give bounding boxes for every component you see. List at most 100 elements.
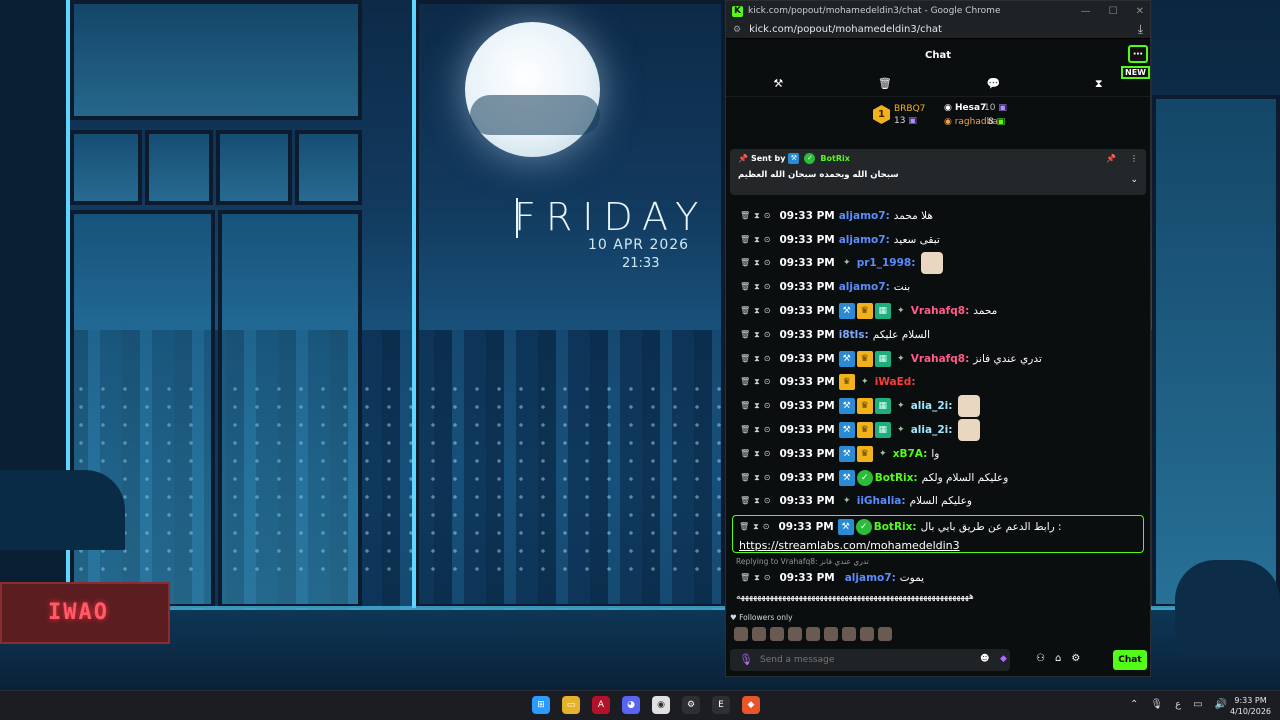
gear-icon[interactable]: ⚙ [1071, 653, 1080, 664]
message-input[interactable] [730, 649, 1010, 671]
message-username[interactable]: pr1_1998: [857, 257, 916, 269]
gift-leaderboard[interactable]: 1 BRBQ7 13 ▣ ◉ Hesa7 10 ▣ ◉ raghadba 8 ▣ [726, 97, 1150, 143]
chat-message[interactable]: 🗑⧗⊙ 09:33 PM ⚒ ♛ ▦ ✦ Vrahafq8: تدري عندي فانز [730, 347, 1146, 371]
message-username[interactable]: Vrahafq8: [911, 353, 970, 365]
chat-message[interactable]: 🗑⧗⊙ 09:33 PM ✦ pr1_1998: [730, 252, 1146, 276]
message-username[interactable]: alia_2i: [911, 400, 953, 412]
maximize-icon[interactable]: ☐ [1109, 6, 1118, 17]
address-bar[interactable]: ⚙ kick.com/popout/mohamedeldin3/chat ⤓ [726, 21, 1150, 39]
avatar[interactable] [734, 627, 748, 641]
site-settings-icon[interactable]: ⚙ [733, 25, 741, 35]
mod-actions[interactable]: 🗑⧗⊙ [739, 522, 773, 532]
misc-badge-icon: ✦ [842, 496, 851, 507]
avatar[interactable] [806, 627, 820, 641]
chat-message[interactable]: 🗑⧗⊙ 09:33 PM ⚒ ♛ ▦ ✦ alia_2i: [730, 418, 1146, 442]
chat-message[interactable]: 🗑⧗⊙ 09:33 PM i8tls: السلام عليكم [730, 323, 1146, 347]
chat-message[interactable]: 🗑⧗⊙ 09:33 PM ⚒ ♛ ▦ ✦ alia_2i: [730, 394, 1146, 418]
avatar[interactable] [770, 627, 784, 641]
message-username[interactable]: aljamo7: [839, 234, 890, 246]
chat-message[interactable]: 🗑⧗⊙ 09:33 PM ✦ iiGhalia: وعليكم السلام [730, 490, 1146, 514]
mic-icon[interactable]: 🎙 [739, 653, 753, 666]
chat-message[interactable]: 🗑⧗⊙ 09:33 PM ⚒ ♛ ▦ ✦ Vrahafq8: محمد [730, 299, 1146, 323]
language-indicator[interactable]: ع [1175, 699, 1181, 710]
message-username[interactable]: BotRix: [875, 472, 918, 484]
chat-message[interactable]: 🗑⧗⊙ 09:33 PM ♛ ✦ iWaEd: [730, 371, 1146, 395]
avatar[interactable] [752, 627, 766, 641]
unpin-icon[interactable]: 📌 [1106, 154, 1116, 163]
message-username[interactable]: Vrahafq8: [911, 305, 970, 317]
chat-message[interactable]: 🗑⧗⊙ 09:33 PM ⚒ ♛ ✦ xB7A: وا [730, 442, 1146, 466]
discord-icon[interactable]: ◕ [622, 696, 640, 714]
avatar[interactable] [860, 627, 874, 641]
windows-start-icon[interactable]: ⊞ [532, 696, 550, 714]
download-icon[interactable]: ⤓ [1138, 22, 1143, 37]
pinned-author[interactable]: BotRix [820, 154, 849, 163]
message-username[interactable]: xB7A: [893, 448, 928, 460]
avatar[interactable] [878, 627, 892, 641]
chat-message[interactable]: 🗑⧗⊙ 09:33 PM aljamo7: بنت [730, 275, 1146, 299]
mod-actions[interactable]: 🗑⧗⊙ [740, 449, 774, 459]
message-text: يموت [899, 572, 925, 585]
store-icon[interactable]: ⌂ [1055, 653, 1061, 664]
mod-actions[interactable]: 🗑⧗⊙ [740, 354, 774, 364]
mod-actions[interactable]: 🗑⧗⊙ [740, 473, 774, 483]
steam-icon[interactable]: ⚙ [682, 696, 700, 714]
pinned-message[interactable]: 📌 Sent by ⚒ ✓ BotRix سبحان الله وبحمده س… [730, 149, 1146, 195]
mod-actions[interactable]: 🗑⧗⊙ [740, 282, 774, 292]
minimize-icon[interactable]: — [1081, 6, 1091, 17]
mod-actions[interactable]: 🗑⧗⊙ [740, 211, 774, 221]
chat-message[interactable]: 🗑⧗⊙ 09:33 PM ⚒ ✓ BotRix: وعليكم السلام ولكم [730, 466, 1146, 490]
emoji-icon[interactable]: ☻ [980, 654, 989, 664]
mod-actions[interactable]: 🗑⧗⊙ [740, 425, 774, 435]
mod-actions[interactable]: 🗑⧗⊙ [740, 573, 774, 583]
chat-message[interactable]: 🗑⧗⊙ 09:33 PM aljamo7: يموت [730, 566, 1146, 590]
message-username[interactable]: i8tls: [839, 329, 869, 341]
mod-actions[interactable]: 🗑⧗⊙ [740, 496, 774, 506]
kick-emote-icon[interactable]: ◆ [1000, 654, 1007, 664]
message-username[interactable]: iiGhalia: [857, 495, 906, 507]
avatar[interactable] [824, 627, 838, 641]
hourglass-icon[interactable]: ⧗ [1095, 77, 1103, 91]
chat-message[interactable]: 🗑⧗⊙ 09:33 PM aljamo7: تبقى سعيد [730, 228, 1146, 252]
kebab-menu-icon[interactable]: ⋮ [1130, 154, 1138, 163]
mod-actions[interactable]: 🗑⧗⊙ [740, 258, 774, 268]
message-username[interactable]: aljamo7: [839, 210, 890, 222]
message-link[interactable]: https://streamlabs.com/mohamedeldin3 [739, 539, 960, 552]
volume-icon[interactable]: 🔊 [1215, 699, 1227, 710]
chevron-up-icon[interactable]: ⌃ [1130, 699, 1138, 710]
avatar[interactable] [788, 627, 802, 641]
speech-bubble-icon[interactable]: 💬 [987, 77, 1001, 90]
more-options-button[interactable]: ⋯ [1128, 45, 1148, 63]
reply-context[interactable]: Replying to Vrahafq8: تدري عندي فانز [730, 557, 1146, 566]
trash-icon[interactable]: 🗑 [878, 77, 892, 90]
hammer-icon[interactable]: ⚒ [773, 77, 783, 90]
microphone-icon[interactable]: 🎙 [1150, 699, 1163, 710]
mod-actions[interactable]: 🗑⧗⊙ [740, 401, 774, 411]
mod-actions[interactable]: 🗑⧗⊙ [740, 377, 774, 387]
window-titlebar[interactable]: K kick.com/popout/mohamedeldin3/chat - G… [726, 1, 1150, 21]
mod-actions[interactable]: 🗑⧗⊙ [740, 306, 774, 316]
chrome-icon[interactable]: ◉ [652, 696, 670, 714]
network-icon[interactable]: ▭ [1193, 699, 1202, 710]
adobe-icon[interactable]: A [592, 696, 610, 714]
send-chat-button[interactable]: Chat [1113, 650, 1147, 670]
url-text[interactable]: kick.com/popout/mohamedeldin3/chat [749, 24, 942, 35]
file-explorer-icon[interactable]: ▭ [562, 696, 580, 714]
mod-actions[interactable]: 🗑⧗⊙ [740, 330, 774, 340]
message-username[interactable]: alia_2i: [911, 424, 953, 436]
avatar[interactable] [842, 627, 856, 641]
brave-icon[interactable]: ◆ [742, 696, 760, 714]
mod-actions[interactable]: 🗑⧗⊙ [740, 235, 774, 245]
close-icon[interactable]: ✕ [1136, 6, 1144, 17]
users-icon[interactable]: ⚇ [1036, 653, 1045, 664]
message-username[interactable]: BotRix: [874, 521, 917, 533]
message-username[interactable]: iWaEd: [875, 376, 916, 388]
highlighted-message[interactable]: 🗑⧗⊙ 09:33 PM ⚒ ✓ BotRix: رابط الدعم عن ط… [732, 515, 1144, 554]
message-username[interactable]: aljamo7: [839, 281, 890, 293]
message-username[interactable]: aljamo7: [845, 572, 896, 584]
chevron-down-icon[interactable]: ⌄ [1130, 175, 1138, 185]
message-time: 09:33 PM [779, 424, 835, 437]
taskbar-clock[interactable]: 9:33 PM 4/10/2026 [1230, 695, 1271, 717]
chat-message[interactable]: 🗑⧗⊙ 09:33 PM aljamo7: هلا محمد [730, 204, 1146, 228]
epic-games-icon[interactable]: E [712, 696, 730, 714]
